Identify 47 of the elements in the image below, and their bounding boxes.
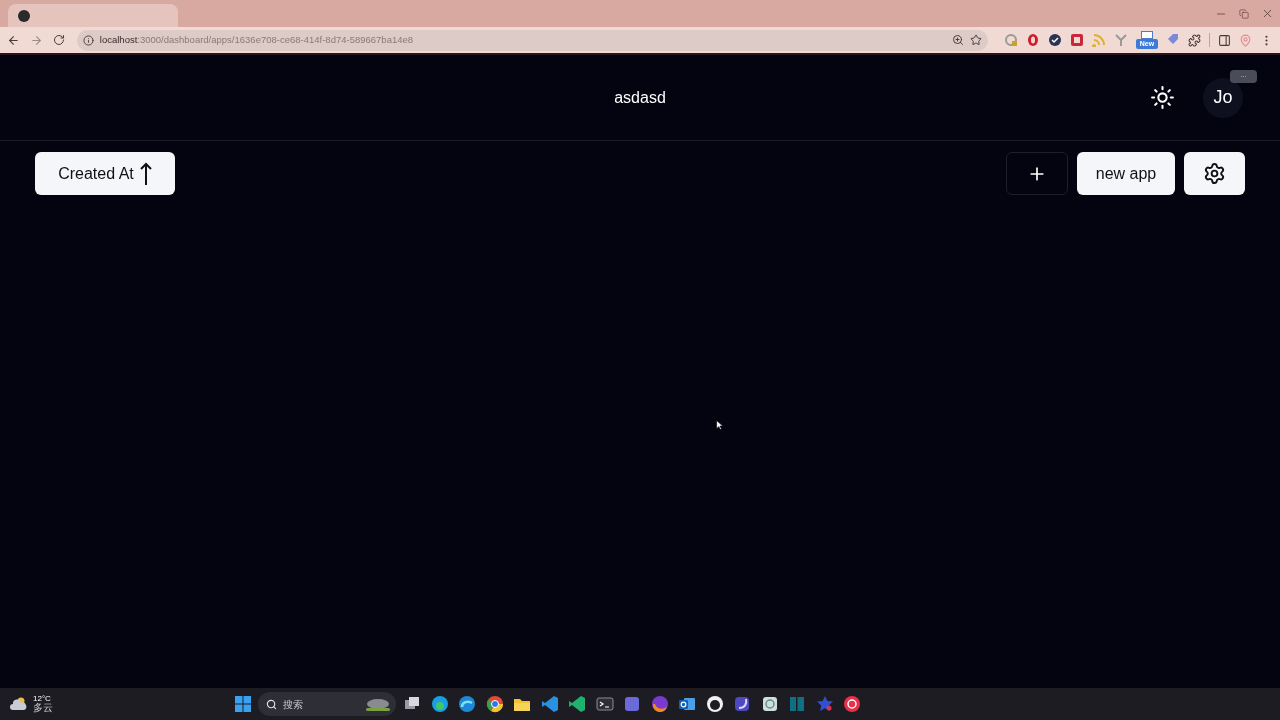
weather-cloud-icon[interactable] bbox=[10, 697, 28, 711]
bookmark-star-icon[interactable] bbox=[970, 34, 982, 46]
theme-toggle-icon[interactable] bbox=[1150, 85, 1175, 110]
terminal-icon[interactable] bbox=[595, 695, 614, 713]
target-icon[interactable] bbox=[843, 695, 861, 713]
start-icon[interactable] bbox=[234, 695, 252, 713]
ring-icon[interactable] bbox=[705, 695, 724, 713]
code-editor-icon[interactable] bbox=[540, 695, 559, 713]
url-text: localhost:3000/dashboard/apps/1636e708-ce68-414f-8d74-589667ba14e8 bbox=[99, 35, 414, 45]
search-placeholder: 搜索 bbox=[283, 697, 304, 712]
mouse-pointer-icon bbox=[716, 420, 723, 430]
arrow-up-icon bbox=[139, 161, 152, 186]
taskbar-search-field[interactable]: 搜索 bbox=[258, 692, 396, 716]
extension-icon[interactable] bbox=[1026, 33, 1040, 47]
browser-icon[interactable] bbox=[650, 695, 669, 713]
star-icon[interactable] bbox=[815, 695, 834, 713]
new-app-button[interactable]: new app bbox=[1077, 152, 1175, 195]
page-title: asdasd bbox=[614, 87, 666, 108]
favicon-icon bbox=[18, 9, 30, 22]
reload-icon[interactable] bbox=[52, 34, 65, 46]
back-icon[interactable] bbox=[7, 33, 20, 47]
close-icon[interactable] bbox=[1261, 7, 1274, 20]
extension-icon[interactable] bbox=[1070, 33, 1084, 47]
app-icon[interactable] bbox=[760, 695, 779, 713]
settings-button[interactable] bbox=[1184, 152, 1245, 195]
app-icon[interactable] bbox=[733, 695, 751, 713]
avatar-badge: ... bbox=[1230, 69, 1257, 83]
extensions-icon[interactable] bbox=[1188, 33, 1201, 47]
landscape-illustration-icon bbox=[364, 696, 392, 712]
code-editor-icon[interactable] bbox=[568, 695, 586, 713]
browser-icon[interactable] bbox=[458, 695, 476, 713]
weather-condition: 多云 bbox=[33, 703, 53, 713]
mail-icon[interactable] bbox=[678, 695, 696, 713]
browser-icon[interactable] bbox=[485, 695, 504, 713]
search-icon bbox=[266, 698, 277, 710]
document-icon[interactable] bbox=[1141, 31, 1153, 39]
settings-icon bbox=[1203, 162, 1226, 185]
browser-tab[interactable] bbox=[8, 4, 178, 27]
checkmark-icon[interactable] bbox=[1048, 33, 1062, 47]
browser-icon[interactable] bbox=[430, 695, 449, 713]
info-icon[interactable] bbox=[82, 34, 94, 46]
user-avatar[interactable]: Jo bbox=[1203, 77, 1243, 118]
zoom-icon[interactable] bbox=[952, 34, 964, 46]
weather-temperature: 12°C bbox=[33, 695, 52, 703]
sort-button[interactable]: Created At bbox=[35, 152, 175, 195]
side-panel-icon[interactable] bbox=[1218, 33, 1231, 47]
address-bar[interactable]: localhost:3000/dashboard/apps/1636e708-ce68-414f-8d74-589667ba14e8 bbox=[76, 29, 988, 51]
